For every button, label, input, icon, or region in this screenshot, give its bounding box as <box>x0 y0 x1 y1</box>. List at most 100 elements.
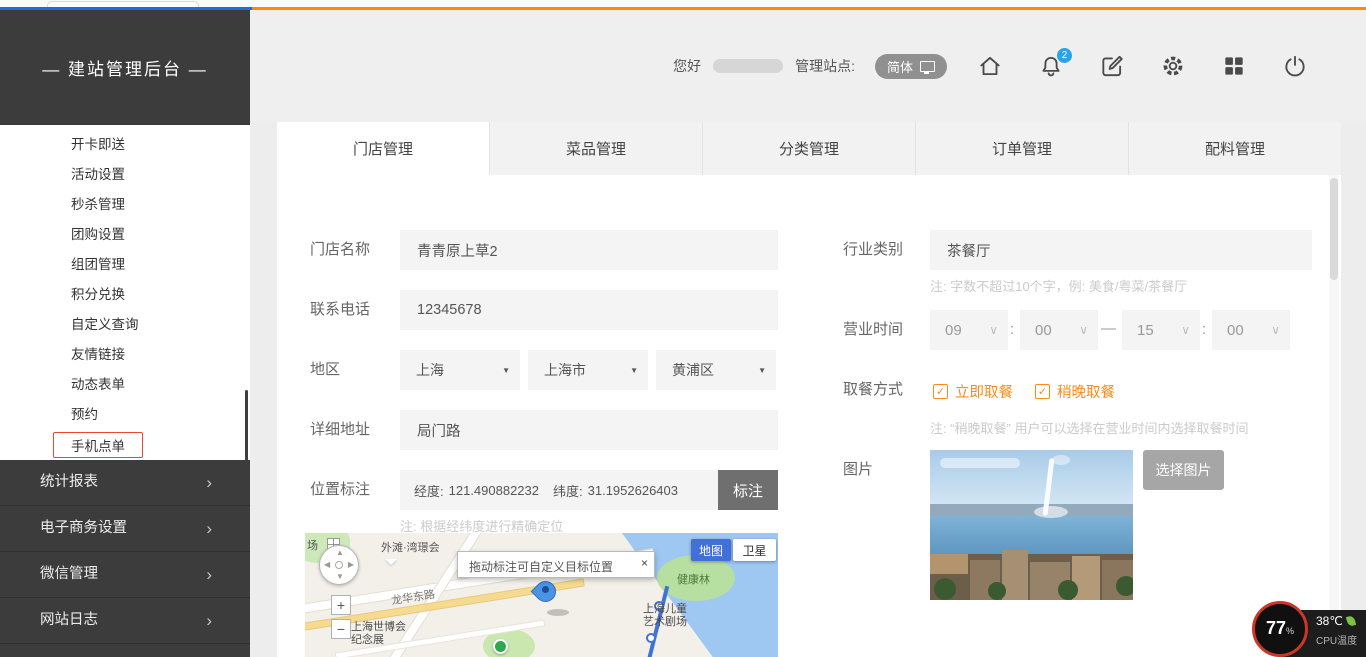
language-selector[interactable]: 简体 <box>875 54 947 79</box>
district-select[interactable]: 黄浦区 ▼ <box>656 350 776 390</box>
notification-bell-icon[interactable]: 2 <box>1038 53 1064 79</box>
sidebar-item-groupbuy-settings[interactable]: 团购设置 <box>0 220 250 250</box>
store-name-input[interactable] <box>400 230 778 270</box>
tab-order-management[interactable]: 订单管理 <box>916 122 1129 175</box>
sidebar-item-card-gift[interactable]: 开卡即送 <box>0 130 250 160</box>
checkbox-checked-icon[interactable]: ✓ <box>1035 384 1050 399</box>
zoom-in-button[interactable]: + <box>331 595 351 615</box>
sidebar-item-friend-links[interactable]: 友情链接 <box>0 340 250 370</box>
hours-label: 营业时间 <box>843 322 903 338</box>
sidebar-item-team-management[interactable]: 组团管理 <box>0 250 250 280</box>
apps-grid-icon[interactable] <box>1221 53 1247 79</box>
map-pan-control[interactable]: ▲ ▼ ◀ ▶ <box>319 545 359 585</box>
province-value: 上海 <box>416 360 444 380</box>
address-input[interactable] <box>400 410 778 450</box>
tab-store-management[interactable]: 门店管理 <box>277 122 490 175</box>
sidebar-item-custom-query[interactable]: 自定义查询 <box>0 310 250 340</box>
map-canvas[interactable]: 外滩·湾璟会 龙华东路 M 上海世博会 纪念展 上海儿童 艺术剧场 健康林 场 … <box>305 533 778 657</box>
group-label: 微信管理 <box>40 566 98 582</box>
sidebar-item-booking[interactable]: 预约 <box>0 400 250 430</box>
longitude-label: 经度: <box>414 481 444 500</box>
industry-input[interactable] <box>930 230 1312 270</box>
sidebar-item-dynamic-forms[interactable]: 动态表单 <box>0 370 250 400</box>
sidebar-item-seckill-management[interactable]: 秒杀管理 <box>0 190 250 220</box>
map-label-cut: 场 <box>307 537 318 553</box>
top-header: 您好 管理站点: 简体 2 <box>250 10 1366 122</box>
greeting-text: 您好 <box>673 56 701 76</box>
dropdown-arrow-icon: ▼ <box>758 366 766 375</box>
pan-left-icon[interactable]: ◀ <box>324 561 330 569</box>
photo-fountain-mist <box>1052 455 1070 465</box>
edit-icon[interactable] <box>1099 53 1125 79</box>
map-label-line: 上海世博会 <box>351 621 406 634</box>
sidebar-group-ecommerce-settings[interactable]: 电子商务设置 › <box>0 506 250 552</box>
gear-icon[interactable] <box>1160 53 1186 79</box>
map-label-line: 纪念展 <box>351 634 406 647</box>
open-hour-select[interactable]: 09 ∨ <box>930 310 1008 350</box>
province-select[interactable]: 上海 ▼ <box>400 350 520 390</box>
close-minute-value: 00 <box>1227 322 1244 339</box>
open-minute-value: 00 <box>1035 322 1052 339</box>
cpu-widget[interactable]: 77 % 38℃ CPU温度 <box>1252 601 1366 657</box>
pickup-note: 注: “稍晚取餐” 用户可以选择在营业时间内选择取餐时间 <box>930 418 1249 437</box>
content-scrollbar-thumb[interactable] <box>1330 178 1338 280</box>
district-value: 黄浦区 <box>672 360 714 380</box>
location-coordinates[interactable]: 经度: 121.490882232 纬度: 31.1952626403 <box>400 470 718 510</box>
address-label: 详细地址 <box>310 422 370 438</box>
city-select[interactable]: 上海市 ▼ <box>528 350 648 390</box>
close-minute-select[interactable]: 00 ∨ <box>1212 310 1290 350</box>
pickup-immediate-option[interactable]: ✓ 立即取餐 <box>933 381 1013 402</box>
sidebar-item-activity-settings[interactable]: 活动设置 <box>0 160 250 190</box>
pin-tooltip: 拖动标注可自定义目标位置 × <box>457 551 655 578</box>
app-title: — 建站管理后台 — <box>0 10 250 125</box>
page: — 建站管理后台 — 开卡即送 活动设置 秒杀管理 团购设置 组团管理 积分兑换… <box>0 0 1366 657</box>
dropdown-arrow-icon: ▼ <box>630 366 638 375</box>
map-type-button[interactable]: 地图 <box>691 539 731 561</box>
module-tabs: 门店管理 菜品管理 分类管理 订单管理 配料管理 <box>277 122 1341 175</box>
phone-input[interactable] <box>400 290 778 330</box>
satellite-type-button[interactable]: 卫星 <box>733 539 776 561</box>
sidebar-group-site-logs[interactable]: 网站日志 › <box>0 598 250 644</box>
photo-water <box>930 516 1133 554</box>
sidebar-groups: 统计报表 › 电子商务设置 › 微信管理 › 网站日志 › <box>0 460 250 644</box>
pan-down-icon[interactable]: ▼ <box>336 573 344 581</box>
tooltip-arrow <box>385 559 397 571</box>
pickup-immediate-label: 立即取餐 <box>955 381 1013 402</box>
open-minute-select[interactable]: 00 ∨ <box>1020 310 1098 350</box>
open-hour-value: 09 <box>945 322 962 339</box>
chevron-right-icon: › <box>206 506 212 551</box>
sidebar-group-wechat-management[interactable]: 微信管理 › <box>0 552 250 598</box>
leaf-icon <box>1346 615 1356 627</box>
photo-building <box>1002 550 1028 600</box>
checkbox-checked-icon[interactable]: ✓ <box>933 384 948 399</box>
map-label-expo: 上海世博会 纪念展 <box>351 621 406 647</box>
close-icon[interactable]: × <box>641 556 648 570</box>
pan-right-icon[interactable]: ▶ <box>348 561 354 569</box>
choose-image-button[interactable]: 选择图片 <box>1143 450 1224 490</box>
map-label-bund: 外滩·湾璟会 <box>381 539 440 555</box>
chevron-down-icon: ∨ <box>1181 323 1190 337</box>
sidebar-item-points-exchange[interactable]: 积分兑换 <box>0 280 250 310</box>
tab-ingredient-management[interactable]: 配料管理 <box>1129 122 1341 175</box>
header-icons: 2 <box>977 53 1308 79</box>
latitude-label: 纬度: <box>553 481 583 500</box>
zoom-out-button[interactable]: − <box>331 619 351 639</box>
power-icon[interactable] <box>1282 53 1308 79</box>
cpu-usage-gauge[interactable]: 77 % <box>1252 601 1308 657</box>
manage-site-label: 管理站点: <box>795 56 855 76</box>
mark-location-button[interactable]: 标注 <box>718 470 778 510</box>
tab-category-management[interactable]: 分类管理 <box>703 122 916 175</box>
tab-dish-management[interactable]: 菜品管理 <box>490 122 703 175</box>
location-label: 位置标注 <box>310 482 370 498</box>
close-hour-select[interactable]: 15 ∨ <box>1122 310 1200 350</box>
pan-center[interactable] <box>335 561 343 569</box>
pan-up-icon[interactable]: ▲ <box>336 549 344 557</box>
map-poi-icon <box>493 639 508 654</box>
sidebar-group-stats-report[interactable]: 统计报表 › <box>0 460 250 506</box>
pickup-later-option[interactable]: ✓ 稍晚取餐 <box>1035 381 1115 402</box>
home-icon[interactable] <box>977 53 1003 79</box>
sidebar-item-mobile-ordering[interactable]: 手机点单 <box>0 430 250 460</box>
photo-tree <box>1058 580 1078 600</box>
username-redacted <box>713 59 783 73</box>
language-label: 简体 <box>887 57 913 76</box>
